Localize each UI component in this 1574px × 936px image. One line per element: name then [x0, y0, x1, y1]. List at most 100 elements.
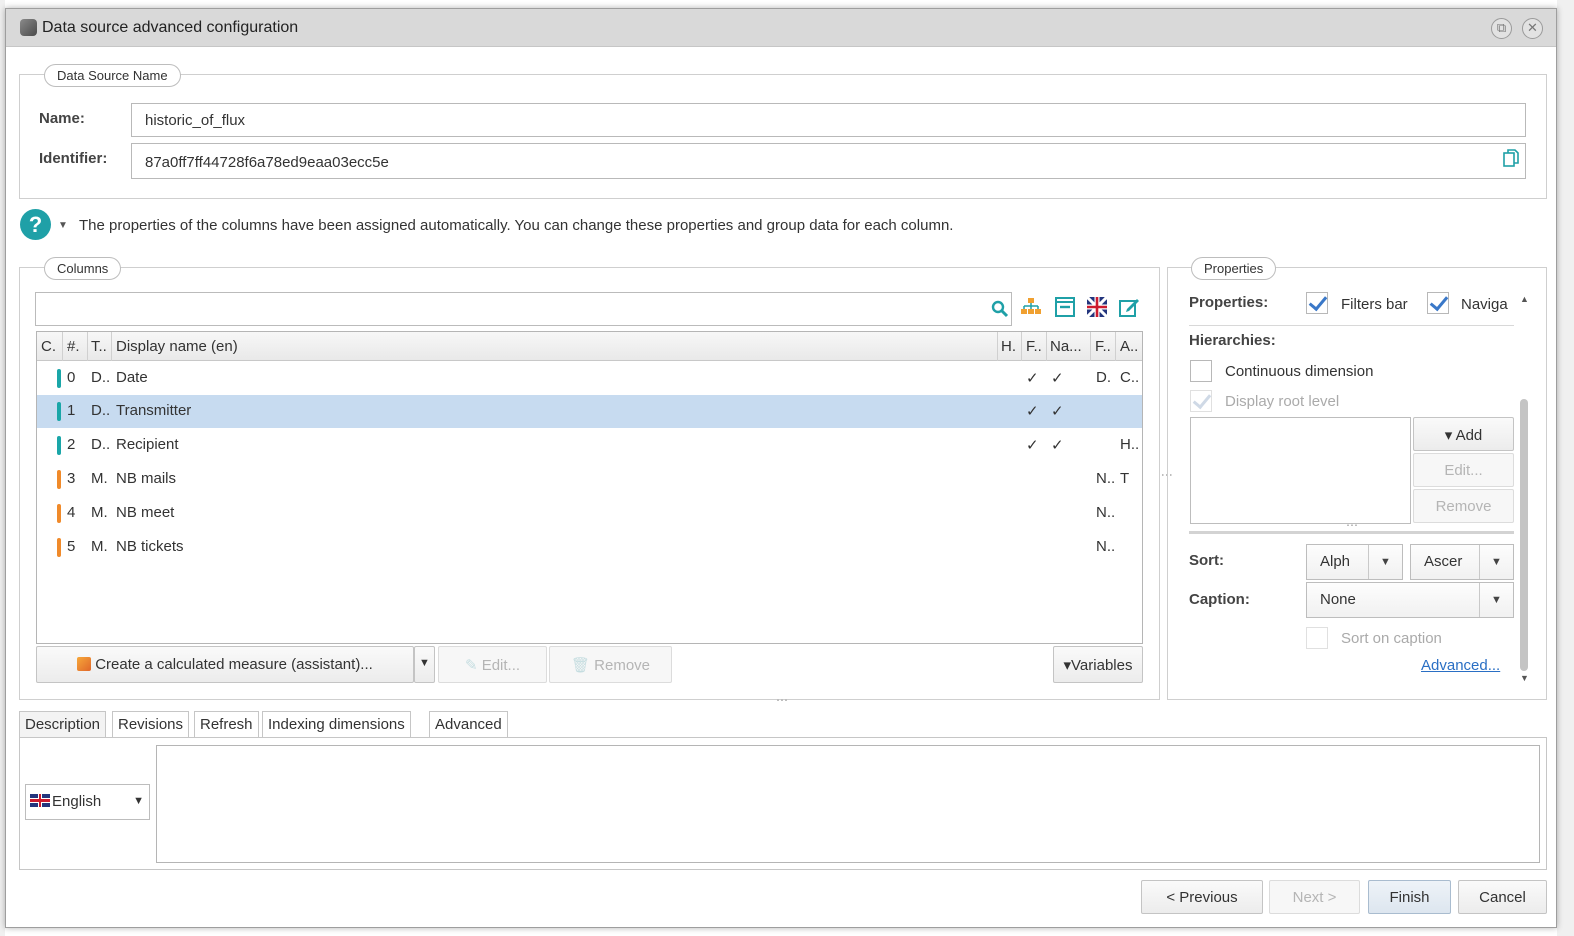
sort-on-caption-checkbox[interactable] [1306, 627, 1328, 649]
collapse-icon[interactable] [1052, 296, 1078, 322]
copy-identifier-icon[interactable] [1503, 149, 1519, 168]
measure-type-bar [57, 470, 61, 489]
scroll-down-icon[interactable]: ▼ [1520, 673, 1529, 683]
sort-order-select[interactable]: Ascer ▼ [1410, 544, 1514, 580]
tab-indexing-dimensions[interactable]: Indexing dimensions [262, 711, 411, 738]
dimension-type-bar [57, 402, 61, 421]
sort-by-select[interactable]: Alph ▼ [1306, 544, 1403, 580]
properties-scrollbar[interactable]: ▲ ▼ [1520, 294, 1529, 684]
row-display-name: Date [116, 369, 148, 386]
finish-button[interactable]: Finish [1368, 880, 1451, 914]
filters-bar-checkbox[interactable] [1306, 292, 1328, 314]
hierarchy-icon[interactable] [1018, 296, 1044, 322]
header-divider [1090, 332, 1091, 361]
column-row-5[interactable]: 5 M. NB tickets N.. [37, 531, 1142, 564]
header-display-name[interactable]: Display name (en) [116, 338, 238, 355]
maximize-icon[interactable]: ⧉ [1491, 18, 1512, 39]
edit-hierarchy-button[interactable]: Edit... [1413, 453, 1514, 487]
description-textarea[interactable] [156, 745, 1540, 863]
language-select[interactable]: English ▼ [25, 784, 150, 820]
chevron-down-icon: ▼ [133, 795, 144, 807]
header-format[interactable]: F.. [1095, 338, 1111, 355]
cancel-button[interactable]: Cancel [1458, 880, 1547, 914]
header-aggregation[interactable]: A.. [1120, 338, 1138, 355]
row-aggregation: C.. [1120, 369, 1140, 386]
background-app-right [1557, 0, 1574, 936]
info-expand-caret-icon[interactable]: ▼ [58, 220, 68, 231]
info-message: The properties of the columns have been … [79, 217, 954, 234]
row-navigation-check: ✓ [1051, 437, 1064, 454]
column-row-2[interactable]: 2 D.. Recipient ✓ ✓ H.. [37, 429, 1142, 462]
row-filter-check: ✓ [1026, 370, 1039, 387]
remove-column-label: Remove [594, 657, 651, 674]
previous-button[interactable]: < Previous [1141, 880, 1263, 914]
caption-value: None [1320, 591, 1356, 608]
chevron-down-icon: ▼ [1368, 545, 1402, 579]
row-number: 1 [67, 402, 76, 419]
row-number: 4 [67, 504, 76, 521]
columns-grid[interactable]: C. #. T.. Display name (en) H. F.. Na...… [36, 331, 1143, 644]
header-hidden[interactable]: H. [1001, 338, 1016, 355]
hierarchies-resize-handle[interactable]: ⋯ [1346, 518, 1358, 532]
advanced-link[interactable]: Advanced... [1421, 657, 1500, 674]
row-filter-check: ✓ [1026, 437, 1039, 454]
column-row-3[interactable]: 3 M. NB mails N.. T [37, 463, 1142, 496]
sort-by-value: Alph [1320, 553, 1351, 570]
continuous-dimension-checkbox[interactable] [1190, 360, 1212, 382]
column-row-4[interactable]: 4 M. NB meet N.. [37, 497, 1142, 530]
scrollbar-thumb[interactable] [1520, 399, 1528, 671]
header-number[interactable]: #. [67, 338, 80, 355]
header-type[interactable]: T.. [91, 338, 107, 355]
row-display-name: Transmitter [116, 402, 192, 419]
header-filter[interactable]: F.. [1026, 338, 1042, 355]
remove-column-button[interactable]: 🗑 Remove [549, 646, 672, 683]
header-divider [62, 332, 63, 361]
header-navigation[interactable]: Na... [1050, 338, 1082, 355]
hierarchies-list[interactable] [1190, 417, 1411, 524]
header-color[interactable]: C. [41, 338, 56, 355]
remove-hierarchy-button[interactable]: Remove [1413, 489, 1514, 523]
create-measure-dropdown-button[interactable]: ▼ [414, 646, 435, 683]
tab-advanced[interactable]: Advanced [429, 711, 508, 738]
row-type: M. [91, 504, 108, 521]
row-display-name: NB meet [116, 504, 175, 521]
row-format: D. [1096, 369, 1111, 386]
identifier-field[interactable]: 87a0ff7ff44728f6a78ed9eaa03ecc5e [131, 143, 1526, 179]
properties-divider [1189, 325, 1514, 326]
add-hierarchy-button[interactable]: ▾ Add [1413, 417, 1514, 451]
create-calculated-measure-button[interactable]: Create a calculated measure (assistant).… [36, 646, 414, 683]
columns-search-input[interactable] [35, 292, 1012, 326]
columns-legend: Columns [44, 257, 122, 280]
header-divider [1046, 332, 1047, 361]
sort-order-value: Ascer [1424, 553, 1463, 570]
display-root-level-checkbox[interactable] [1190, 390, 1212, 412]
column-row-1[interactable]: 1 D.. Transmitter ✓ ✓ [37, 395, 1142, 428]
tab-refresh[interactable]: Refresh [194, 711, 259, 738]
measure-type-bar [57, 538, 61, 557]
tab-description[interactable]: Description [19, 711, 107, 738]
dialog-titlebar[interactable]: Data source advanced configuration ⧉ ✕ [6, 9, 1556, 47]
row-type: D.. [91, 369, 111, 386]
row-format: N.. [1096, 538, 1116, 555]
search-icon[interactable] [991, 300, 1009, 318]
row-filter-check: ✓ [1026, 403, 1039, 420]
create-calculated-measure-label: Create a calculated measure (assistant).… [95, 656, 373, 673]
horizontal-splitter-handle[interactable]: ⋯ [776, 693, 788, 707]
close-icon[interactable]: ✕ [1522, 18, 1543, 39]
next-button[interactable]: Next > [1269, 880, 1360, 914]
edit-icon: ✎ [464, 657, 478, 674]
navigation-checkbox[interactable] [1427, 292, 1449, 314]
edit-icon[interactable] [1116, 296, 1142, 322]
caption-select[interactable]: None ▼ [1306, 582, 1514, 618]
column-row-0[interactable]: 0 D.. Date ✓ ✓ D. C.. [37, 362, 1142, 395]
advanced-configuration-dialog: Data source advanced configuration ⧉ ✕ D… [5, 8, 1557, 928]
header-divider [111, 332, 112, 361]
header-divider [1021, 332, 1022, 361]
scroll-up-icon[interactable]: ▲ [1520, 294, 1529, 304]
translation-flag-icon[interactable] [1084, 295, 1110, 322]
variables-button[interactable]: ▾Variables [1053, 646, 1143, 683]
tab-revisions[interactable]: Revisions [112, 711, 190, 738]
name-input[interactable]: historic_of_flux [131, 103, 1526, 137]
edit-column-button[interactable]: ✎ Edit... [438, 646, 547, 683]
help-icon[interactable]: ? [20, 209, 51, 240]
